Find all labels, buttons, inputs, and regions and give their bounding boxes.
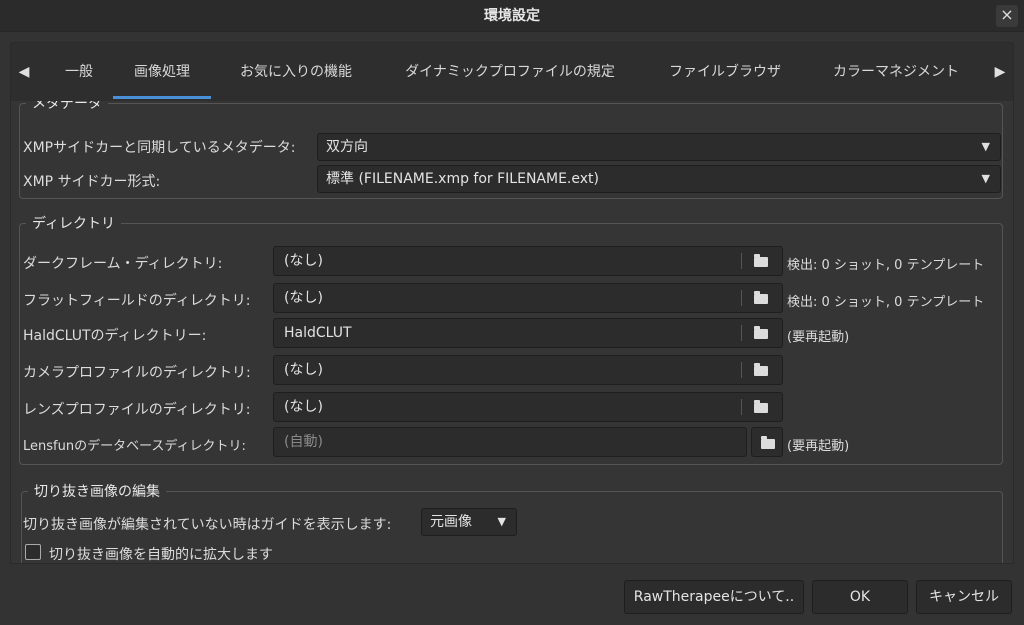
- chevron-down-icon: ▼: [981, 140, 990, 153]
- tab-file-browser[interactable]: ファイルブラウザ: [663, 43, 787, 101]
- folder-icon: [754, 363, 768, 376]
- lensfun-db-browse-button[interactable]: [751, 427, 783, 457]
- auto-fit-label: 切り抜き画像を自動的に拡大します: [49, 547, 273, 563]
- flat-field-dir-chooser[interactable]: (なし): [273, 283, 783, 313]
- tab-content-scroll-area[interactable]: メタデータ XMPサイドカーと同期しているメタデータ: 双方向 ▼ XMP サイ…: [11, 101, 1013, 563]
- tab-favorites[interactable]: お気に入りの機能: [233, 43, 359, 101]
- dark-frame-dir-label: ダークフレーム・ディレクトリ:: [23, 256, 223, 272]
- dark-frame-found-note: 検出: 0 ショット, 0 テンプレート: [787, 258, 985, 273]
- crop-edit-legend: 切り抜き画像の編集: [34, 484, 160, 500]
- xmp-sync-label: XMPサイドカーと同期しているメタデータ:: [23, 140, 296, 156]
- flat-field-dir-label: フラットフィールドのディレクトリ:: [23, 293, 251, 309]
- lensfun-restart-note: (要再起動): [787, 439, 850, 454]
- haldclut-dir-label: HaldCLUTのディレクトリー:: [23, 328, 207, 344]
- haldclut-restart-note: (要再起動): [787, 330, 850, 345]
- xmp-sync-select[interactable]: 双方向 ▼: [317, 133, 1001, 161]
- folder-icon: [754, 400, 768, 413]
- xmp-format-label: XMP サイドカー形式:: [23, 174, 161, 190]
- folder-icon: [754, 326, 768, 339]
- lens-profile-dir-label: レンズプロファイルのディレクトリ:: [23, 402, 251, 418]
- folder-icon: [761, 436, 775, 449]
- chevron-down-icon: ▼: [497, 515, 506, 528]
- tab-dynamic-profile-rules[interactable]: ダイナミックプロファイルの規定: [395, 43, 625, 101]
- cancel-button[interactable]: キャンセル: [916, 580, 1012, 614]
- title-bar: 環境設定 ×: [0, 0, 1024, 32]
- crop-guide-select[interactable]: 元画像 ▼: [421, 508, 517, 536]
- active-tab-indicator: [113, 96, 211, 99]
- tab-bar: ◀ 一般 画像処理 お気に入りの機能 ダイナミックプロファイルの規定 ファイルブ…: [11, 43, 1013, 101]
- tab-scroll-right-icon[interactable]: ▶: [993, 63, 1007, 81]
- dark-frame-dir-chooser[interactable]: (なし): [273, 246, 783, 276]
- ok-button[interactable]: OK: [812, 580, 908, 614]
- camera-profile-dir-label: カメラプロファイルのディレクトリ:: [23, 365, 251, 381]
- directories-legend: ディレクトリ: [32, 216, 116, 232]
- folder-icon: [754, 291, 768, 304]
- folder-icon: [754, 254, 768, 267]
- tab-general[interactable]: 一般: [57, 43, 101, 101]
- chevron-down-icon: ▼: [981, 172, 990, 185]
- close-icon[interactable]: ×: [996, 5, 1018, 27]
- tab-color-management[interactable]: カラーマネジメント: [825, 43, 967, 101]
- tab-scroll-left-icon[interactable]: ◀: [17, 63, 31, 81]
- flat-field-found-note: 検出: 0 ショット, 0 テンプレート: [787, 295, 985, 310]
- auto-fit-checkbox[interactable]: [25, 544, 41, 560]
- window-title: 環境設定: [484, 8, 540, 24]
- about-button[interactable]: RawTherapeeについて..: [624, 580, 804, 614]
- lens-profile-dir-chooser[interactable]: (なし): [273, 392, 783, 422]
- tab-image-processing[interactable]: 画像処理: [113, 43, 211, 101]
- lensfun-db-dir-input[interactable]: (自動): [273, 427, 747, 457]
- crop-guide-label: 切り抜き画像が編集されていない時はガイドを表示します:: [23, 517, 392, 533]
- camera-profile-dir-chooser[interactable]: (なし): [273, 355, 783, 385]
- xmp-format-select[interactable]: 標準 (FILENAME.xmp for FILENAME.ext) ▼: [317, 165, 1001, 193]
- metadata-legend: メタデータ: [32, 101, 102, 112]
- lensfun-db-dir-label: Lensfunのデータベースディレクトリ:: [23, 439, 246, 454]
- haldclut-dir-chooser[interactable]: HaldCLUT: [273, 318, 783, 348]
- preferences-notebook: ◀ 一般 画像処理 お気に入りの機能 ダイナミックプロファイルの規定 ファイルブ…: [10, 42, 1014, 564]
